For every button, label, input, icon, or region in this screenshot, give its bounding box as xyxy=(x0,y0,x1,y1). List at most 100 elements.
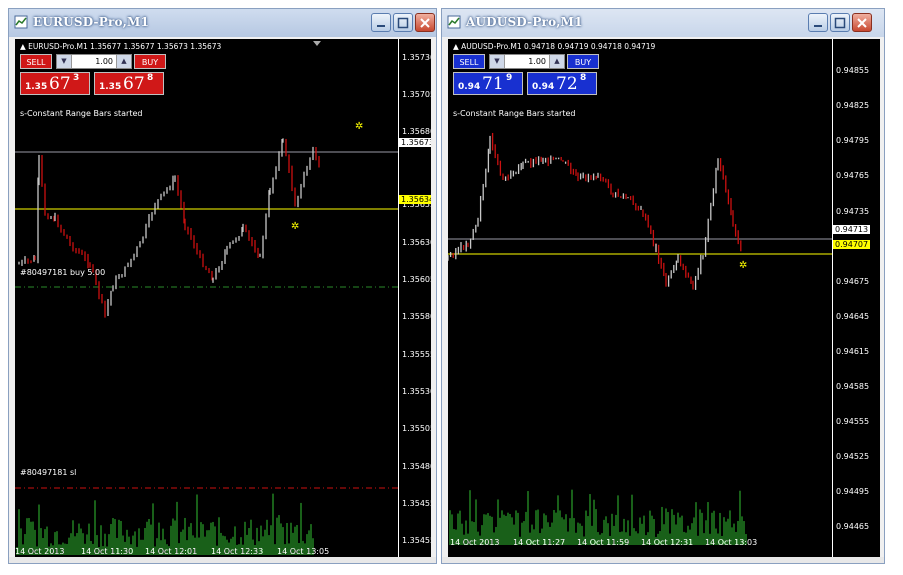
price-axis[interactable]: 1.35730 1.35705 1.35680 1.35655 1.35630 … xyxy=(398,39,431,557)
ask-sup: 8 xyxy=(147,73,154,83)
time-label: 14 Oct 2013 xyxy=(15,547,65,556)
price-label: 1.35480 xyxy=(402,462,431,471)
window-title: AUDUSD-Pro,M1 xyxy=(466,15,583,29)
lot-size-value: 1.00 xyxy=(528,57,546,66)
chart-header: ▲ AUDUSD-Pro.M1 0.94718 0.94719 0.94718 … xyxy=(453,42,656,51)
fractal-marker-icon: ✲ xyxy=(355,121,363,132)
sell-button[interactable]: SELL xyxy=(453,54,485,69)
fractal-marker-icon: ✲ xyxy=(291,221,299,232)
bid-small: 1.35 xyxy=(25,82,48,92)
time-label: 14 Oct 13:05 xyxy=(277,547,330,556)
lot-size-field[interactable]: ▼ 1.00 ▲ xyxy=(489,54,565,69)
price-chart[interactable]: ✲ ✲ ▲ EURUSD-Pro.M1 1.35677 1.35677 1.356… xyxy=(15,39,398,557)
bid-sup: 9 xyxy=(506,73,513,83)
price-label: 1.35680 xyxy=(402,127,431,136)
price-label: 1.35630 xyxy=(402,238,431,247)
lot-size-value: 1.00 xyxy=(95,57,113,66)
window-title: EURUSD-Pro,M1 xyxy=(33,15,150,29)
bid-big: 67 xyxy=(49,74,71,94)
price-label: 1.35530 xyxy=(402,387,431,396)
bid-sup: 3 xyxy=(73,73,80,83)
close-button[interactable] xyxy=(852,13,872,32)
price-label: 1.35705 xyxy=(402,90,431,99)
status-text: s-Constant Range Bars started xyxy=(20,109,143,118)
chart-window-icon xyxy=(447,15,461,29)
ask-big: 72 xyxy=(556,74,578,94)
time-label: 14 Oct 12:01 xyxy=(145,547,198,556)
price-label: 1.35455 xyxy=(402,499,431,508)
shift-marker-icon[interactable] xyxy=(313,41,321,46)
ask-quote[interactable]: 1.35 67 8 xyxy=(94,72,164,95)
lot-up-icon[interactable]: ▲ xyxy=(116,55,131,68)
price-label: 0.94465 xyxy=(836,522,870,531)
lot-down-icon[interactable]: ▼ xyxy=(490,55,505,68)
price-label: 0.94855 xyxy=(836,66,870,75)
axis-divider xyxy=(832,39,833,557)
bid-quote[interactable]: 0.94 71 9 xyxy=(453,72,523,95)
minimize-button[interactable] xyxy=(371,13,391,32)
minimize-button[interactable] xyxy=(808,13,828,32)
buy-button[interactable]: BUY xyxy=(134,54,166,69)
price-chart[interactable]: ✲ ▲ AUDUSD-Pro.M1 0.94718 0.94719 0.9471… xyxy=(448,39,832,557)
price-label: 0.94675 xyxy=(836,277,870,286)
price-label: 0.94555 xyxy=(836,417,870,426)
level-price-tag: 1.35634 xyxy=(399,195,431,204)
price-label: 1.35455 xyxy=(402,536,431,545)
horizontal-scrollbar[interactable] xyxy=(442,557,884,563)
price-label: 0.94495 xyxy=(836,487,870,496)
horizontal-scrollbar[interactable] xyxy=(9,557,436,563)
price-label: 1.35730 xyxy=(402,53,431,62)
lot-up-icon[interactable]: ▲ xyxy=(549,55,564,68)
one-click-panel: SELL ▼ 1.00 ▲ BUY 0.94 71 9 0.94 72 8 xyxy=(453,53,599,95)
one-click-panel: SELL ▼ 1.00 ▲ BUY 1.35 67 3 1.35 67 8 xyxy=(20,53,166,95)
level-price-tag: 0.94707 xyxy=(833,240,871,249)
price-label: 0.94795 xyxy=(836,136,870,145)
time-label: 14 Oct 2013 xyxy=(450,538,500,547)
order-label: #80497181 buy 5.00 xyxy=(20,268,106,277)
ask-quote[interactable]: 0.94 72 8 xyxy=(527,72,597,95)
ask-small: 1.35 xyxy=(99,82,122,92)
ask-sup: 8 xyxy=(580,73,587,83)
price-label: 1.35605 xyxy=(402,275,431,284)
price-label: 0.94525 xyxy=(836,452,870,461)
chart-header-text: EURUSD-Pro.M1 1.35677 1.35677 1.35673 1.… xyxy=(28,42,222,51)
chart-window-icon xyxy=(14,15,28,29)
price-label: 0.94585 xyxy=(836,382,870,391)
bid-small: 0.94 xyxy=(458,82,481,92)
price-label: 0.94645 xyxy=(836,312,870,321)
eurusd-chart-window[interactable]: EURUSD-Pro,M1 ✲ ✲ ▲ EURUSD-Pro.M1 1.35677… xyxy=(8,8,437,564)
axis-divider xyxy=(398,39,399,557)
time-label: 14 Oct 12:31 xyxy=(641,538,694,547)
price-label: 0.94825 xyxy=(836,101,870,110)
current-price-tag: 1.35673 xyxy=(399,138,431,147)
time-label: 14 Oct 11:30 xyxy=(81,547,134,556)
lot-down-icon[interactable]: ▼ xyxy=(57,55,72,68)
bid-quote[interactable]: 1.35 67 3 xyxy=(20,72,90,95)
audusd-chart-window[interactable]: AUDUSD-Pro,M1 ✲ ▲ AUDUSD-Pro.M1 0.94718 … xyxy=(441,8,885,564)
price-label: 0.94615 xyxy=(836,347,870,356)
sl-label: #80497181 sl xyxy=(20,468,77,477)
title-bar[interactable]: AUDUSD-Pro,M1 xyxy=(442,9,884,37)
maximize-button[interactable] xyxy=(830,13,850,32)
price-axis[interactable]: 0.94855 0.94825 0.94795 0.94765 0.94735 … xyxy=(832,39,880,557)
price-label: 0.94735 xyxy=(836,207,870,216)
maximize-button[interactable] xyxy=(393,13,413,32)
lot-size-field[interactable]: ▼ 1.00 ▲ xyxy=(56,54,132,69)
current-price-tag: 0.94713 xyxy=(833,225,871,234)
price-label: 1.35580 xyxy=(402,312,431,321)
title-bar[interactable]: EURUSD-Pro,M1 xyxy=(9,9,436,37)
time-label: 14 Oct 11:59 xyxy=(577,538,630,547)
time-label: 14 Oct 12:33 xyxy=(211,547,264,556)
chart-header: ▲ EURUSD-Pro.M1 1.35677 1.35677 1.35673 … xyxy=(20,42,222,51)
time-label: 14 Oct 13:03 xyxy=(705,538,758,547)
fractal-marker-icon: ✲ xyxy=(739,260,747,271)
price-label: 1.35555 xyxy=(402,350,431,359)
status-text: s-Constant Range Bars started xyxy=(453,109,576,118)
ask-big: 67 xyxy=(123,74,145,94)
close-button[interactable] xyxy=(415,13,435,32)
buy-button[interactable]: BUY xyxy=(567,54,599,69)
price-label: 1.35505 xyxy=(402,424,431,433)
ask-small: 0.94 xyxy=(532,82,555,92)
price-label: 0.94765 xyxy=(836,171,870,180)
sell-button[interactable]: SELL xyxy=(20,54,52,69)
